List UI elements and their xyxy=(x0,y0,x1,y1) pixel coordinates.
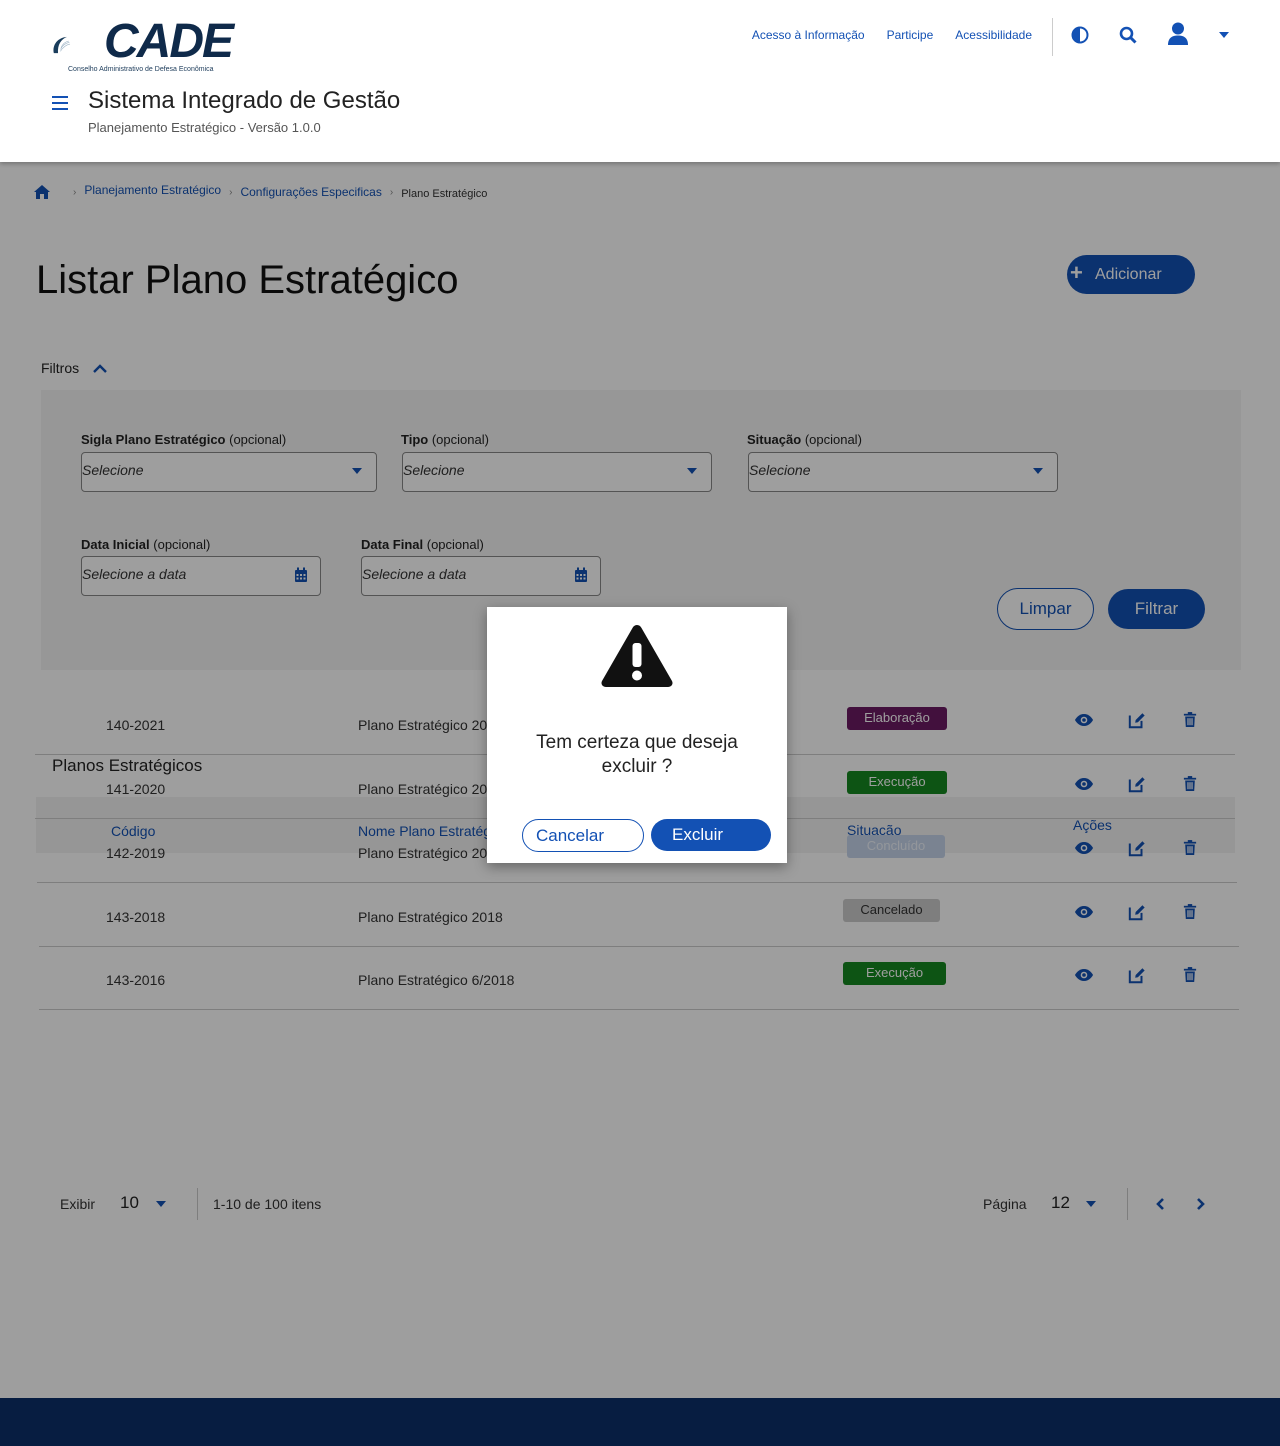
logo-subtitle: Conselho Administrativo de Defesa Econôm… xyxy=(68,66,214,73)
system-subtitle: Planejamento Estratégico - Versão 1.0.0 xyxy=(88,120,321,135)
confirm-delete-dialog: Tem certeza que deseja excluir ? Cancela… xyxy=(487,607,787,863)
warning-icon xyxy=(601,625,673,687)
dialog-message: Tem certeza que deseja excluir ? xyxy=(536,732,738,777)
hamburger-menu-icon[interactable] xyxy=(52,96,68,112)
header-divider xyxy=(1052,18,1053,56)
logo-wordmark: CADE xyxy=(104,15,234,68)
user-icon[interactable] xyxy=(1166,22,1190,46)
site-footer xyxy=(0,1398,1280,1446)
link-participe[interactable]: Participe xyxy=(887,28,934,42)
top-links: Acesso à Informação Participe Acessibili… xyxy=(752,28,1032,42)
chevron-down-icon[interactable] xyxy=(1213,24,1235,46)
contrast-icon[interactable] xyxy=(1069,24,1091,46)
system-title: Sistema Integrado de Gestão xyxy=(88,87,401,114)
link-acesso-informacao[interactable]: Acesso à Informação xyxy=(752,28,865,42)
cancel-button[interactable]: Cancelar xyxy=(522,819,644,852)
search-icon[interactable] xyxy=(1117,24,1139,46)
confirm-delete-button[interactable]: Excluir xyxy=(651,819,771,851)
site-header: CADE Conselho Administrativo de Defesa E… xyxy=(0,0,1280,162)
link-acessibilidade[interactable]: Acessibilidade xyxy=(955,28,1032,42)
